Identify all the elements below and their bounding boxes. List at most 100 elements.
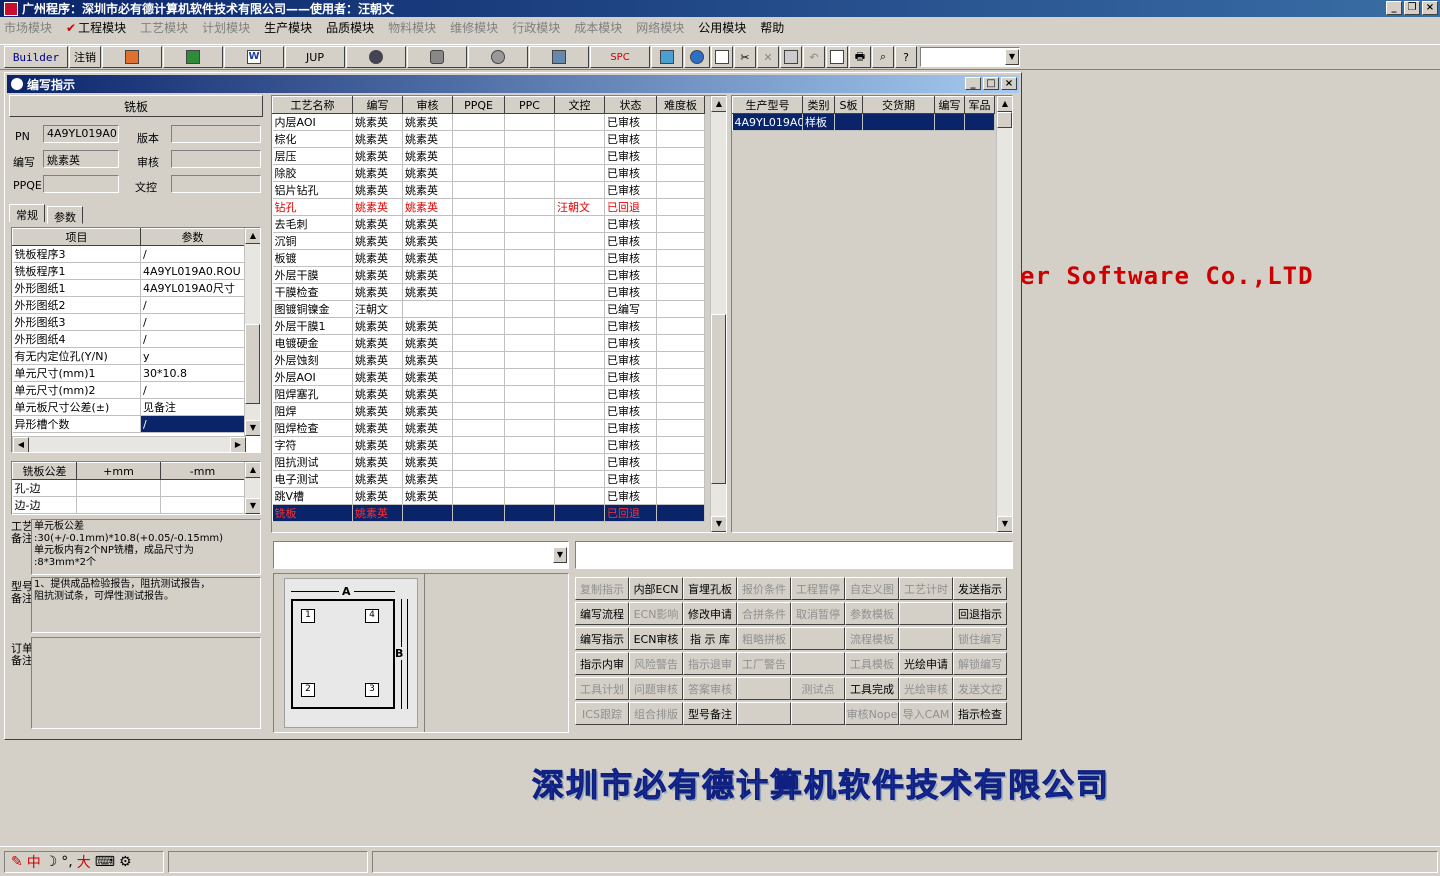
process-cell[interactable]: 已回退 xyxy=(604,504,657,522)
preview-button[interactable] xyxy=(826,46,848,68)
action-button[interactable] xyxy=(791,652,845,675)
table-row[interactable]: 外形图纸1 4A9YL019A0尺寸 xyxy=(12,279,245,297)
process-cell[interactable]: 已审核 xyxy=(604,181,657,199)
param-name[interactable]: 单元尺寸(mm)1 xyxy=(12,364,141,382)
process-cell[interactable]: 已审核 xyxy=(604,232,657,250)
save-button[interactable] xyxy=(780,46,802,68)
action-button[interactable]: 风险警告 xyxy=(629,652,683,675)
moon-icon[interactable]: ☽ xyxy=(45,854,58,870)
process-cell[interactable] xyxy=(504,215,555,233)
table-row[interactable]: 铣板 姚素英 已回退 xyxy=(272,504,705,522)
action-button[interactable]: 解锁编写 xyxy=(953,652,1007,675)
action-button[interactable]: 工程暂停 xyxy=(791,577,845,600)
tol-header-minus[interactable]: -mm xyxy=(160,462,245,480)
action-button[interactable]: 参数模板 xyxy=(845,602,899,625)
tool-icon[interactable]: ⚙ xyxy=(119,854,132,870)
process-cell[interactable] xyxy=(452,198,505,216)
table-row[interactable]: 除胶 姚素英 姚素英 已审核 xyxy=(272,164,705,182)
process-cell[interactable]: 姚素英 xyxy=(352,113,403,131)
process-cell[interactable]: 姚素英 xyxy=(402,317,453,335)
action-button[interactable]: 光绘审核 xyxy=(899,677,953,700)
process-cell[interactable] xyxy=(554,215,605,233)
action-button[interactable]: 发送文控 xyxy=(953,677,1007,700)
process-header[interactable]: 工艺名称 xyxy=(272,96,353,114)
tol-cell[interactable] xyxy=(160,496,245,514)
table-row[interactable]: 板镀 姚素英 姚素英 已审核 xyxy=(272,249,705,267)
params-hscroll[interactable]: ◀ ▶ xyxy=(12,436,246,452)
process-cell[interactable] xyxy=(554,402,605,420)
settings-button[interactable] xyxy=(468,46,528,68)
table-row[interactable]: 棕化 姚素英 姚素英 已审核 xyxy=(272,130,705,148)
process-cell[interactable] xyxy=(504,113,555,131)
process-header[interactable]: 文控 xyxy=(554,96,605,114)
process-cell[interactable]: 姚素英 xyxy=(402,113,453,131)
process-cell[interactable] xyxy=(554,130,605,148)
process-cell[interactable]: 已审核 xyxy=(604,436,657,454)
process-cell[interactable] xyxy=(504,164,555,182)
process-cell[interactable] xyxy=(504,181,555,199)
action-button[interactable]: 编写流程 xyxy=(575,602,629,625)
process-cell[interactable] xyxy=(656,164,705,182)
process-cell[interactable]: 已审核 xyxy=(604,402,657,420)
doc-control-field[interactable] xyxy=(171,175,261,193)
process-cell[interactable]: 已审核 xyxy=(604,419,657,437)
table-row[interactable]: 去毛刺 姚素英 姚素英 已审核 xyxy=(272,215,705,233)
param-name[interactable]: 铣板程序1 xyxy=(12,262,141,280)
action-button[interactable]: 合拼条件 xyxy=(737,602,791,625)
table-row[interactable]: 电镀硬金 姚素英 姚素英 已审核 xyxy=(272,334,705,352)
excel-button[interactable] xyxy=(163,46,223,68)
menu-item-9[interactable]: 成本模块 xyxy=(574,19,622,36)
orders-header[interactable]: 生产型号 xyxy=(732,96,803,114)
param-value[interactable]: / xyxy=(140,245,245,263)
process-cell[interactable] xyxy=(452,130,505,148)
tab-params[interactable]: 参数 xyxy=(47,206,83,224)
process-cell[interactable] xyxy=(554,249,605,267)
process-cell[interactable] xyxy=(504,232,555,250)
action-button[interactable]: 流程模板 xyxy=(845,627,899,650)
process-cell[interactable] xyxy=(656,504,705,522)
process-cell[interactable] xyxy=(452,385,505,403)
table-row[interactable]: 铣板程序3/ xyxy=(12,245,245,263)
param-name[interactable]: 单元尺寸(mm)2 xyxy=(12,381,141,399)
process-cell[interactable]: 已审核 xyxy=(604,470,657,488)
process-cell[interactable] xyxy=(554,113,605,131)
param-value[interactable]: 30*10.8 xyxy=(140,364,245,382)
scroll-up-icon[interactable]: ▲ xyxy=(711,96,726,112)
process-cell[interactable]: 已审核 xyxy=(604,385,657,403)
process-header[interactable]: 审核 xyxy=(402,96,453,114)
window-close-button[interactable]: × xyxy=(1001,77,1017,90)
table-row[interactable]: 阻焊检查 姚素英 姚素英 已审核 xyxy=(272,419,705,437)
process-header[interactable]: PPC xyxy=(504,96,555,114)
process-cell[interactable]: 沉铜 xyxy=(272,232,353,250)
process-cell[interactable]: 已审核 xyxy=(604,266,657,284)
process-cell[interactable] xyxy=(554,419,605,437)
param-value[interactable]: 见备注 xyxy=(140,398,245,416)
builder-button[interactable]: Builder xyxy=(4,46,68,68)
action-button[interactable]: 复制指示 xyxy=(575,577,629,600)
ime-bar[interactable]: ✎ 中 ☽ °, 大 ⌨ ⚙ xyxy=(4,851,164,873)
process-cell[interactable]: 姚素英 xyxy=(402,368,453,386)
computer-button[interactable] xyxy=(529,46,589,68)
action-button[interactable] xyxy=(737,677,791,700)
process-cell[interactable]: 姚素英 xyxy=(352,266,403,284)
action-button[interactable]: 指示检查 xyxy=(953,702,1007,725)
menu-item-3[interactable]: 计划模块 xyxy=(202,19,250,36)
process-cell[interactable] xyxy=(452,436,505,454)
process-cell[interactable] xyxy=(452,113,505,131)
menu-item-7[interactable]: 维修模块 xyxy=(450,19,498,36)
process-cell[interactable]: 铣板 xyxy=(272,504,353,522)
orders-header[interactable]: 军品 xyxy=(964,96,995,114)
process-cell[interactable] xyxy=(452,300,505,318)
process-cell[interactable] xyxy=(554,470,605,488)
process-cell[interactable]: 姚素英 xyxy=(352,164,403,182)
process-cell[interactable]: 铝片钻孔 xyxy=(272,181,353,199)
process-cell[interactable]: 外层AOI xyxy=(272,368,353,386)
orders-cell[interactable] xyxy=(964,113,995,131)
process-cell[interactable]: 阻抗测试 xyxy=(272,453,353,471)
table-row[interactable]: 外层干膜 姚素英 姚素英 已审核 xyxy=(272,266,705,284)
process-cell[interactable]: 棕化 xyxy=(272,130,353,148)
process-cell[interactable]: 姚素英 xyxy=(352,215,403,233)
tol-cell[interactable]: 边-边 xyxy=(12,496,77,514)
process-cell[interactable] xyxy=(504,402,555,420)
process-cell[interactable] xyxy=(452,419,505,437)
